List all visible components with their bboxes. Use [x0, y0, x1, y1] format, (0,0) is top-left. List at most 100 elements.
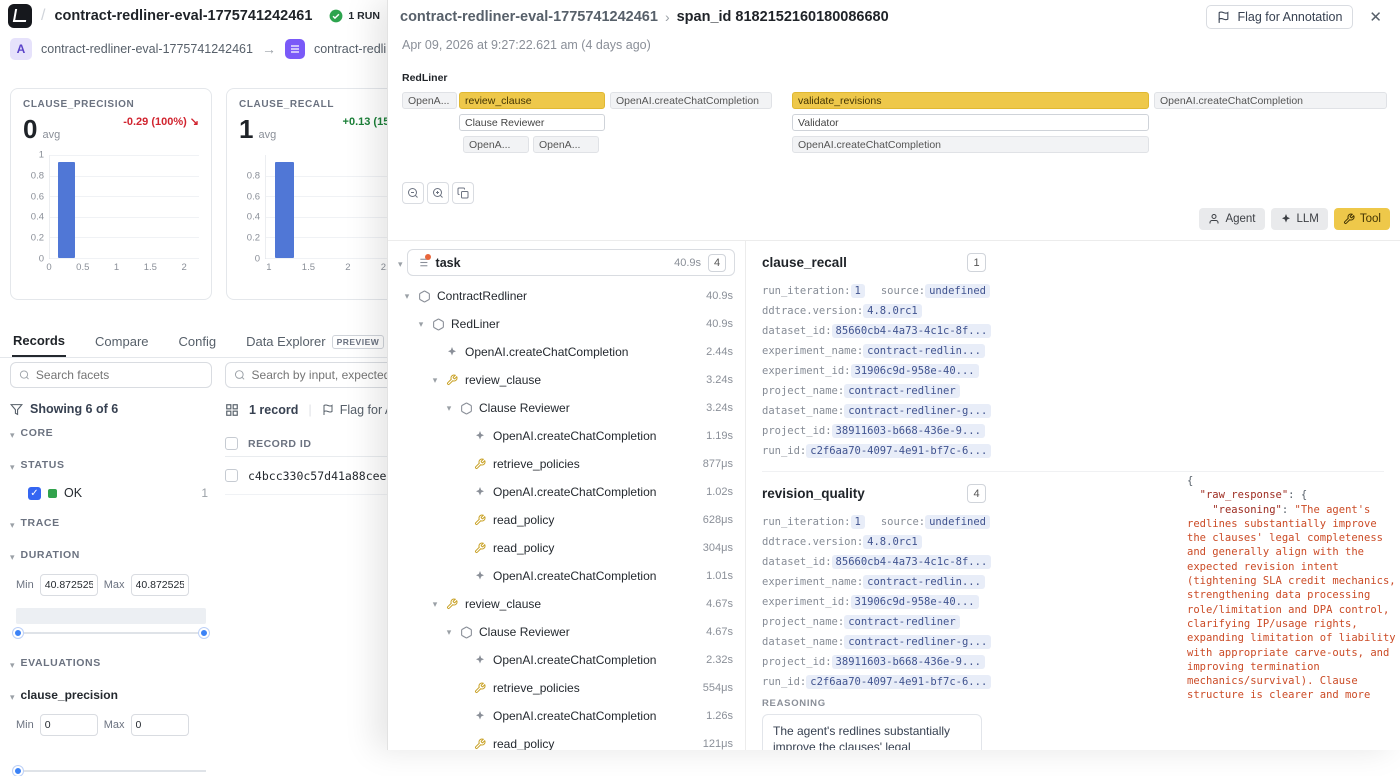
- legend-chip-agent[interactable]: Agent: [1199, 208, 1264, 230]
- span-tree-row[interactable]: OpenAI.createChatCompletion1.01s: [398, 562, 735, 590]
- checkbox-checked[interactable]: ✓: [28, 487, 41, 500]
- waterfall-span-bar[interactable]: Clause Reviewer: [459, 114, 605, 131]
- attribute-value-chip[interactable]: 1: [851, 284, 865, 298]
- tab-config[interactable]: Config: [178, 326, 218, 357]
- agent-box-icon: [460, 402, 473, 415]
- span-tree-row[interactable]: ▾review_clause3.24s: [398, 366, 735, 394]
- attribute-value-chip[interactable]: contract-redliner-g...: [844, 404, 991, 418]
- close-icon[interactable]: ✕: [1363, 6, 1388, 28]
- waterfall-span-bar[interactable]: OpenA...: [533, 136, 599, 153]
- experiment-title[interactable]: contract-redliner-eval-1775741242461: [54, 8, 312, 24]
- modal-flag-for-annotation-button[interactable]: Flag for Annotation: [1206, 5, 1353, 29]
- attribute-value-chip[interactable]: 31906c9d-958e-40...: [851, 595, 979, 609]
- tab-compare[interactable]: Compare: [94, 326, 149, 357]
- tab-records[interactable]: Records: [12, 326, 66, 357]
- zoom-in-button[interactable]: [427, 182, 449, 204]
- zoom-out-button[interactable]: [402, 182, 424, 204]
- attribute-value-chip[interactable]: c2f6aa70-4097-4e91-bf7c-6...: [806, 675, 991, 689]
- legend-chip-tool[interactable]: Tool: [1334, 208, 1390, 230]
- facet-status-ok[interactable]: ✓ OK 1: [10, 480, 212, 506]
- select-all-checkbox[interactable]: [225, 437, 238, 450]
- span-tree-row[interactable]: ▾RedLiner40.9s: [398, 310, 735, 338]
- span-tree-row[interactable]: read_policy121μs: [398, 730, 735, 750]
- facet-search[interactable]: [10, 362, 212, 388]
- clause-precision-min-input[interactable]: [40, 714, 98, 736]
- waterfall-span-bar[interactable]: review_clause: [459, 92, 605, 109]
- chevron-down-icon[interactable]: [398, 255, 403, 270]
- attribute-value-chip[interactable]: c2f6aa70-4097-4e91-bf7c-6...: [806, 444, 991, 458]
- waterfall-span-bar[interactable]: OpenAI.createChatCompletion: [610, 92, 772, 109]
- wrench-icon: [474, 514, 487, 527]
- lineage-source[interactable]: contract-redliner-eval-1775741242461: [41, 42, 253, 56]
- span-tree-row[interactable]: read_policy628μs: [398, 506, 735, 534]
- grid-icon[interactable]: [225, 403, 239, 417]
- span-tree-row[interactable]: OpenAI.createChatCompletion2.44s: [398, 338, 735, 366]
- legend-chip-llm[interactable]: LLM: [1271, 208, 1328, 230]
- attribute-value-chip[interactable]: 1: [851, 515, 865, 529]
- facet-section-core[interactable]: CORE: [10, 418, 212, 448]
- waterfall-span-bar[interactable]: OpenA...: [463, 136, 529, 153]
- attribute-value-chip[interactable]: 4.8.0rc1: [863, 535, 922, 549]
- slider-handle-min[interactable]: [13, 766, 23, 776]
- span-tree-row[interactable]: retrieve_policies877μs: [398, 450, 735, 478]
- span-tree-row[interactable]: OpenAI.createChatCompletion1.02s: [398, 478, 735, 506]
- span-tree-root-task[interactable]: task 40.9s 4: [407, 249, 735, 276]
- modal-trace-title[interactable]: contract-redliner-eval-1775741242461: [400, 9, 658, 25]
- span-tree-row[interactable]: OpenAI.createChatCompletion1.19s: [398, 422, 735, 450]
- facet-section-status[interactable]: STATUS: [10, 450, 212, 480]
- attribute-value-chip[interactable]: 4.8.0rc1: [863, 304, 922, 318]
- person-icon: [1208, 213, 1220, 225]
- chevron-down-icon[interactable]: ▾: [430, 375, 440, 386]
- sparkle-icon: [474, 486, 487, 499]
- attribute-value-chip[interactable]: contract-redliner: [844, 384, 959, 398]
- app-logo[interactable]: [8, 4, 32, 28]
- arrow-right-icon: →: [262, 41, 276, 57]
- waterfall-span-bar[interactable]: OpenAI.createChatCompletion: [792, 136, 1149, 153]
- slider-handle-max[interactable]: [199, 628, 209, 638]
- duration-range-slider[interactable]: [16, 632, 206, 634]
- tab-data-explorer[interactable]: Data ExplorerPREVIEW: [245, 326, 385, 357]
- clause-precision-range-slider[interactable]: [16, 770, 206, 772]
- chevron-down-icon[interactable]: ▾: [444, 627, 454, 638]
- chevron-down-icon[interactable]: ▾: [402, 291, 412, 302]
- span-tree-row[interactable]: retrieve_policies554μs: [398, 674, 735, 702]
- facet-search-input[interactable]: [36, 368, 203, 382]
- span-tree-row[interactable]: OpenAI.createChatCompletion1.26s: [398, 702, 735, 730]
- waterfall-span-bar[interactable]: validate_revisions: [792, 92, 1149, 109]
- facet-section-duration[interactable]: DURATION: [10, 540, 212, 570]
- slider-handle-min[interactable]: [13, 628, 23, 638]
- waterfall-span-bar[interactable]: OpenA...: [402, 92, 457, 109]
- attribute-value-chip[interactable]: 31906c9d-958e-40...: [851, 364, 979, 378]
- attribute-value-chip[interactable]: contract-redlin...: [863, 344, 985, 358]
- facet-section-trace[interactable]: TRACE: [10, 508, 212, 538]
- attribute-value-chip[interactable]: 85660cb4-4a73-4c1c-8f...: [832, 555, 992, 569]
- span-tree-row[interactable]: OpenAI.createChatCompletion2.32s: [398, 646, 735, 674]
- span-tree-row[interactable]: ▾Clause Reviewer3.24s: [398, 394, 735, 422]
- chevron-down-icon[interactable]: ▾: [430, 599, 440, 610]
- span-tree-row[interactable]: ▾ContractRedliner40.9s: [398, 282, 735, 310]
- attribute-value-chip[interactable]: contract-redlin...: [863, 575, 985, 589]
- span-duration: 877μs: [703, 458, 735, 470]
- span-tree-row[interactable]: read_policy304μs: [398, 534, 735, 562]
- chevron-down-icon[interactable]: ▾: [444, 403, 454, 414]
- attribute-value-chip[interactable]: undefined: [925, 284, 990, 298]
- span-tree-row[interactable]: ▾Clause Reviewer4.67s: [398, 618, 735, 646]
- duration-min-input[interactable]: [40, 574, 98, 596]
- attribute-value-chip[interactable]: 38911603-b668-436e-9...: [832, 655, 985, 669]
- fit-to-view-button[interactable]: [452, 182, 474, 204]
- attribute-value-chip[interactable]: contract-redliner-g...: [844, 635, 991, 649]
- row-checkbox[interactable]: [225, 469, 238, 482]
- facet-section-clause-precision[interactable]: clause_precision: [10, 680, 212, 710]
- attribute-value-chip[interactable]: contract-redliner: [844, 615, 959, 629]
- span-tree-panel: task 40.9s 4 ▾ContractRedliner40.9s▾RedL…: [388, 241, 746, 750]
- facet-section-evaluations[interactable]: EVALUATIONS: [10, 648, 212, 678]
- attribute-value-chip[interactable]: undefined: [925, 515, 990, 529]
- clause-precision-max-input[interactable]: [131, 714, 189, 736]
- span-tree-row[interactable]: ▾review_clause4.67s: [398, 590, 735, 618]
- duration-max-input[interactable]: [131, 574, 189, 596]
- waterfall-span-bar[interactable]: OpenAI.createChatCompletion: [1154, 92, 1387, 109]
- attribute-value-chip[interactable]: 38911603-b668-436e-9...: [832, 424, 985, 438]
- waterfall-span-bar[interactable]: Validator: [792, 114, 1149, 131]
- chevron-down-icon[interactable]: ▾: [416, 319, 426, 330]
- attribute-value-chip[interactable]: 85660cb4-4a73-4c1c-8f...: [832, 324, 992, 338]
